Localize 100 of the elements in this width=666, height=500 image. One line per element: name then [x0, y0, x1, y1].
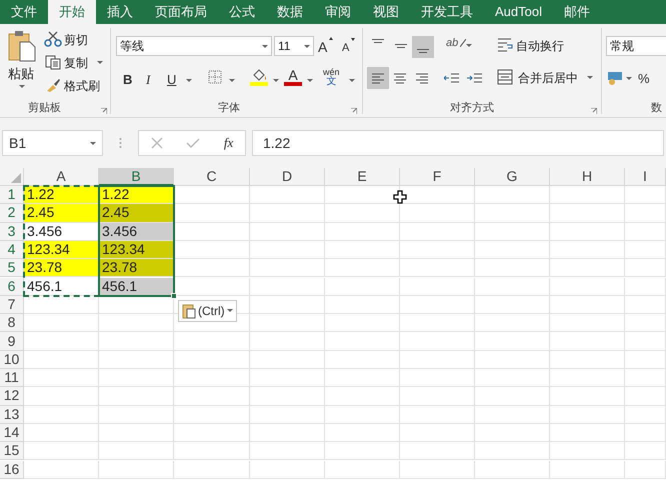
wrap-text-button[interactable]: 自动换行: [516, 37, 564, 55]
empty-cell[interactable]: [325, 204, 400, 223]
empty-cell[interactable]: [400, 332, 475, 351]
empty-cell[interactable]: [550, 186, 625, 204]
empty-cell[interactable]: [250, 204, 325, 223]
empty-cell[interactable]: [400, 278, 475, 296]
empty-cell[interactable]: [550, 296, 625, 314]
empty-cell[interactable]: [400, 369, 475, 388]
percent-button[interactable]: %: [638, 69, 650, 88]
empty-cell[interactable]: [174, 387, 250, 406]
empty-cell[interactable]: [99, 314, 174, 332]
table-cell[interactable]: 123.34: [99, 240, 174, 260]
align-left-button[interactable]: [367, 67, 389, 89]
empty-cell[interactable]: [475, 424, 550, 442]
empty-cell[interactable]: [325, 278, 400, 296]
column-header[interactable]: B: [99, 168, 174, 186]
empty-cell[interactable]: [250, 442, 325, 460]
table-cell[interactable]: 456.1: [99, 278, 174, 296]
empty-cell[interactable]: [174, 332, 250, 351]
empty-cell[interactable]: [99, 460, 174, 479]
empty-cell[interactable]: [625, 350, 666, 369]
empty-cell[interactable]: [625, 406, 666, 424]
empty-cell[interactable]: [475, 314, 550, 332]
empty-cell[interactable]: [475, 278, 550, 296]
empty-cell[interactable]: [250, 332, 325, 351]
empty-cell[interactable]: [625, 222, 666, 241]
empty-cell[interactable]: [625, 314, 666, 332]
empty-cell[interactable]: [550, 406, 625, 424]
ribbon-tab[interactable]: 邮件: [552, 0, 601, 24]
font-name-field[interactable]: 等线: [116, 36, 272, 56]
empty-cell[interactable]: [475, 369, 550, 388]
merge-center-button[interactable]: 合并后居中: [518, 69, 578, 87]
empty-cell[interactable]: [625, 369, 666, 388]
empty-cell[interactable]: [174, 369, 250, 388]
empty-cell[interactable]: [250, 387, 325, 406]
empty-cell[interactable]: [400, 442, 475, 460]
empty-cell[interactable]: [550, 314, 625, 332]
empty-cell[interactable]: [250, 296, 325, 314]
ribbon-tab[interactable]: 开发工具: [410, 0, 484, 24]
ribbon-tab[interactable]: 插入: [96, 0, 144, 24]
empty-cell[interactable]: [174, 350, 250, 369]
empty-cell[interactable]: [174, 460, 250, 479]
table-cell[interactable]: 2.45: [99, 204, 174, 223]
empty-cell[interactable]: [174, 424, 250, 442]
ribbon-tab[interactable]: AudTool: [484, 0, 553, 24]
format-painter-button[interactable]: 格式刷: [64, 77, 100, 95]
empty-cell[interactable]: [475, 222, 550, 241]
empty-cell[interactable]: [550, 204, 625, 223]
empty-cell[interactable]: [325, 296, 400, 314]
empty-cell[interactable]: [325, 387, 400, 406]
empty-cell[interactable]: [475, 296, 550, 314]
empty-cell[interactable]: [250, 259, 325, 278]
table-cell[interactable]: 3.456: [99, 222, 174, 241]
empty-cell[interactable]: [625, 259, 666, 278]
empty-cell[interactable]: [550, 424, 625, 442]
font-size-field[interactable]: 11: [274, 36, 314, 56]
empty-cell[interactable]: [625, 204, 666, 223]
table-cell[interactable]: 23.78: [24, 259, 99, 278]
column-header[interactable]: D: [250, 168, 325, 186]
empty-cell[interactable]: [550, 387, 625, 406]
empty-cell[interactable]: [475, 350, 550, 369]
empty-cell[interactable]: [325, 424, 400, 442]
ribbon-tab[interactable]: 审阅: [314, 0, 362, 24]
empty-cell[interactable]: [174, 442, 250, 460]
empty-cell[interactable]: [99, 332, 174, 351]
column-header[interactable]: F: [400, 168, 475, 186]
empty-cell[interactable]: [550, 460, 625, 479]
empty-cell[interactable]: [400, 406, 475, 424]
empty-cell[interactable]: [475, 186, 550, 204]
paste-options-menu[interactable]: (Ctrl): [178, 300, 237, 322]
empty-cell[interactable]: [99, 442, 174, 460]
ribbon-tab[interactable]: 公式: [218, 0, 266, 24]
empty-cell[interactable]: [475, 387, 550, 406]
select-all-corner[interactable]: [0, 168, 24, 186]
column-header[interactable]: I: [625, 168, 666, 186]
empty-cell[interactable]: [250, 406, 325, 424]
empty-cell[interactable]: [475, 240, 550, 260]
empty-cell[interactable]: [250, 222, 325, 241]
empty-cell[interactable]: [550, 259, 625, 278]
empty-cell[interactable]: [625, 296, 666, 314]
cut-button[interactable]: 剪切: [64, 31, 88, 49]
table-cell[interactable]: 23.78: [99, 259, 174, 278]
table-cell[interactable]: 1.22: [99, 186, 174, 204]
phonetic-button[interactable]: wén 文: [323, 67, 340, 87]
column-header[interactable]: H: [550, 168, 625, 186]
column-header[interactable]: A: [24, 168, 99, 186]
empty-cell[interactable]: [250, 350, 325, 369]
grow-font-button[interactable]: A: [318, 40, 328, 54]
formula-input[interactable]: 1.22: [252, 130, 664, 156]
empty-cell[interactable]: [400, 240, 475, 260]
underline-button[interactable]: U: [167, 70, 176, 90]
empty-cell[interactable]: [550, 240, 625, 260]
font-color-button[interactable]: A: [284, 68, 302, 86]
empty-cell[interactable]: [625, 387, 666, 406]
empty-cell[interactable]: [400, 350, 475, 369]
empty-cell[interactable]: [325, 369, 400, 388]
empty-cell[interactable]: [475, 442, 550, 460]
empty-cell[interactable]: [475, 460, 550, 479]
empty-cell[interactable]: [400, 222, 475, 241]
paste-button[interactable]: 粘贴: [8, 64, 34, 84]
